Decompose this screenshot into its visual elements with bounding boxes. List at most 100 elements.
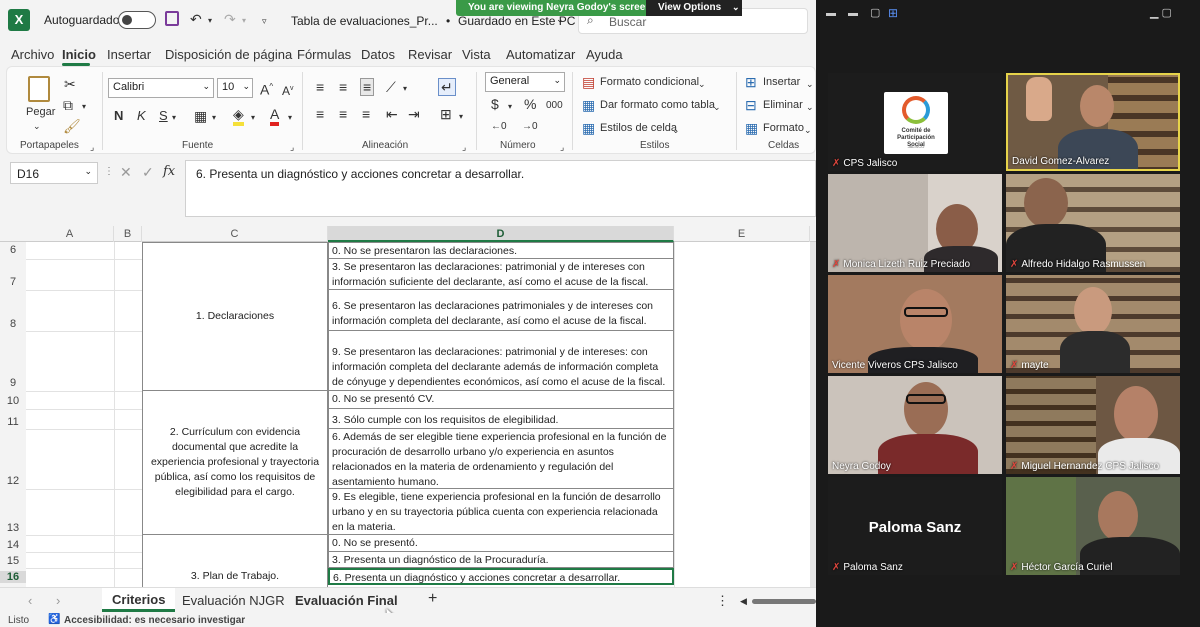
row-header[interactable]: 9 <box>0 377 26 389</box>
table-cell[interactable]: 9. Es elegible, tiene experiencia profes… <box>328 489 674 535</box>
spreadsheet-grid[interactable]: 1. Declaraciones 2. Currículum con evide… <box>26 242 810 587</box>
autosave-toggle[interactable] <box>118 11 156 29</box>
wrap-text-icon[interactable]: ↵ <box>438 78 456 96</box>
copy-icon[interactable]: ⧉ <box>63 97 73 113</box>
number-format-select[interactable]: General ⌄ <box>485 72 565 92</box>
delete-dropdown-icon[interactable]: ⌄ <box>806 99 814 115</box>
participant-tile[interactable]: ✗ Héctor García Curiel <box>1006 477 1180 575</box>
row-header[interactable]: 15 <box>0 555 26 567</box>
menu-disposicion[interactable]: Disposición de página <box>165 47 292 62</box>
cancel-icon[interactable]: ✕ <box>120 164 132 181</box>
decrease-indent-icon[interactable]: ⇤ <box>386 106 398 122</box>
table-cell[interactable]: 3. Sólo cumple con los requisitos de ele… <box>328 409 674 429</box>
table-cell[interactable]: 3. Se presentaron las declaraciones: pat… <box>328 259 674 290</box>
font-color-dropdown-icon[interactable]: ▾ <box>288 110 292 126</box>
name-box[interactable]: D16 ⌄ <box>10 162 98 184</box>
orientation-dropdown-icon[interactable]: ▾ <box>403 81 407 97</box>
column-header-c[interactable]: C <box>142 226 328 242</box>
column-header-a[interactable]: A <box>26 226 114 242</box>
paste-button[interactable]: Pegar <box>26 106 55 118</box>
row-header[interactable]: 10 <box>0 395 26 407</box>
restore-icon[interactable]: ▬ <box>848 8 858 19</box>
horizontal-scrollbar[interactable] <box>752 599 816 604</box>
increase-indent-icon[interactable]: ⇥ <box>408 106 420 122</box>
conditional-format-button[interactable]: Formato condicional <box>600 76 699 88</box>
font-color-icon[interactable]: A <box>270 106 280 126</box>
undo-icon[interactable]: ↶ <box>190 11 202 27</box>
sheet-tab-criterios[interactable]: Criterios <box>102 588 176 612</box>
format-table-icon[interactable]: ▦ <box>582 97 595 113</box>
sheet-tab-evaluacion-final[interactable]: Evaluación Final <box>295 593 398 608</box>
add-sheet-icon[interactable]: + <box>428 590 437 608</box>
gallery-view-icon[interactable]: ⊞ <box>888 6 898 20</box>
decrease-decimal-icon[interactable]: →0 <box>522 119 538 135</box>
row-header[interactable]: 12 <box>0 475 26 487</box>
align-middle-icon[interactable]: ≡ <box>339 79 347 95</box>
delete-cells-icon[interactable]: ⊟ <box>745 97 757 113</box>
italic-button[interactable]: K <box>137 108 146 124</box>
underline-button[interactable]: S <box>159 108 168 124</box>
format-painter-icon[interactable]: 🖌 <box>63 118 81 134</box>
align-center-icon[interactable]: ≡ <box>339 106 347 122</box>
criteria-cell[interactable]: 1. Declaraciones <box>142 242 328 391</box>
participant-tile[interactable]: ✗ Monica Lizeth Ruiz Preciado <box>828 174 1002 272</box>
menu-formulas[interactable]: Fórmulas <box>297 47 351 62</box>
currency-dropdown-icon[interactable]: ▾ <box>508 99 512 115</box>
redo-icon[interactable]: ↷ <box>224 11 236 27</box>
accessibility-status[interactable]: Accesibilidad: es necesario investigar <box>64 615 245 626</box>
table-cell[interactable]: 6. Además de ser elegible tiene experien… <box>328 429 674 489</box>
number-launcher-icon[interactable]: ⌟ <box>560 139 564 155</box>
fill-color-dropdown-icon[interactable]: ▾ <box>251 110 255 126</box>
bold-button[interactable]: N <box>114 108 123 124</box>
row-header[interactable]: 7 <box>0 276 26 288</box>
menu-vista[interactable]: Vista <box>462 47 491 62</box>
participant-tile[interactable]: Paloma Sanz ✗ Paloma Sanz <box>828 477 1002 575</box>
align-bottom-icon[interactable]: ≡ <box>360 78 375 96</box>
menu-revisar[interactable]: Revisar <box>408 47 452 62</box>
format-cells-button[interactable]: Formato <box>763 122 804 134</box>
table-cell[interactable]: 3. Presenta un diagnóstico de la Procura… <box>328 552 674 568</box>
menu-ayuda[interactable]: Ayuda <box>586 47 623 62</box>
prev-sheet-icon[interactable]: ‹ <box>28 593 32 608</box>
scroll-left-icon[interactable]: ◀ <box>740 596 747 607</box>
participant-tile[interactable]: ✗ Alfredo Hidalgo Rasmussen <box>1006 174 1180 272</box>
column-header-b[interactable]: B <box>114 226 142 242</box>
font-name-select[interactable]: Calibri ⌄ <box>108 78 214 98</box>
orientation-icon[interactable]: ⟋ <box>386 79 396 95</box>
next-sheet-icon[interactable]: › <box>56 593 60 608</box>
save-icon[interactable] <box>165 11 179 26</box>
alignment-launcher-icon[interactable]: ⌟ <box>462 139 466 155</box>
thousands-button[interactable]: 000 <box>546 98 563 114</box>
criteria-cell[interactable]: 3. Plan de Trabajo. <box>142 535 328 587</box>
table-cell[interactable]: 6. Se presentaron las declaraciones patr… <box>328 290 674 331</box>
underline-dropdown-icon[interactable]: ▾ <box>172 110 176 126</box>
fill-color-icon[interactable]: ◈ <box>233 106 244 126</box>
selected-cell[interactable]: 6. Presenta un diagnóstico y acciones co… <box>328 568 674 585</box>
participant-tile[interactable]: ✗ mayte <box>1006 275 1180 373</box>
copy-dropdown-icon[interactable]: ▾ <box>82 99 86 115</box>
table-cell[interactable]: 0. No se presentó CV. <box>328 391 674 409</box>
font-size-select[interactable]: 10 ⌄ <box>217 78 253 98</box>
row-header[interactable]: 16 <box>0 571 26 583</box>
table-cell[interactable]: 9. Se presentaron las declaraciones: pat… <box>328 331 674 391</box>
percent-button[interactable]: % <box>524 96 536 112</box>
insert-dropdown-icon[interactable]: ⌄ <box>806 76 814 92</box>
more-options-icon[interactable]: ⋮ <box>716 593 729 609</box>
row-header[interactable]: 6 <box>0 244 26 256</box>
row-header[interactable]: 13 <box>0 522 26 534</box>
participant-tile[interactable]: David Gomez-Alvarez <box>1006 73 1180 171</box>
cell-styles-icon[interactable]: ▦ <box>582 120 595 136</box>
minimize-icon[interactable]: ▬ <box>826 8 836 19</box>
formula-input[interactable]: 6. Presenta un diagnóstico y acciones co… <box>185 160 816 217</box>
row-header[interactable]: 8 <box>0 318 26 330</box>
table-cell[interactable]: 0. No se presentó. <box>328 535 674 552</box>
column-header-d[interactable]: D <box>328 226 674 242</box>
menu-datos[interactable]: Datos <box>361 47 395 62</box>
insert-function-icon[interactable]: fx <box>163 164 175 179</box>
row-header[interactable]: 11 <box>0 416 26 428</box>
cut-icon[interactable]: ✂ <box>64 76 76 92</box>
paste-dropdown-icon[interactable]: ⌄ <box>33 118 41 134</box>
borders-dropdown-icon[interactable]: ▾ <box>212 110 216 126</box>
format-table-button[interactable]: Dar formato como tabla <box>600 99 715 111</box>
menu-archivo[interactable]: Archivo <box>11 47 54 62</box>
